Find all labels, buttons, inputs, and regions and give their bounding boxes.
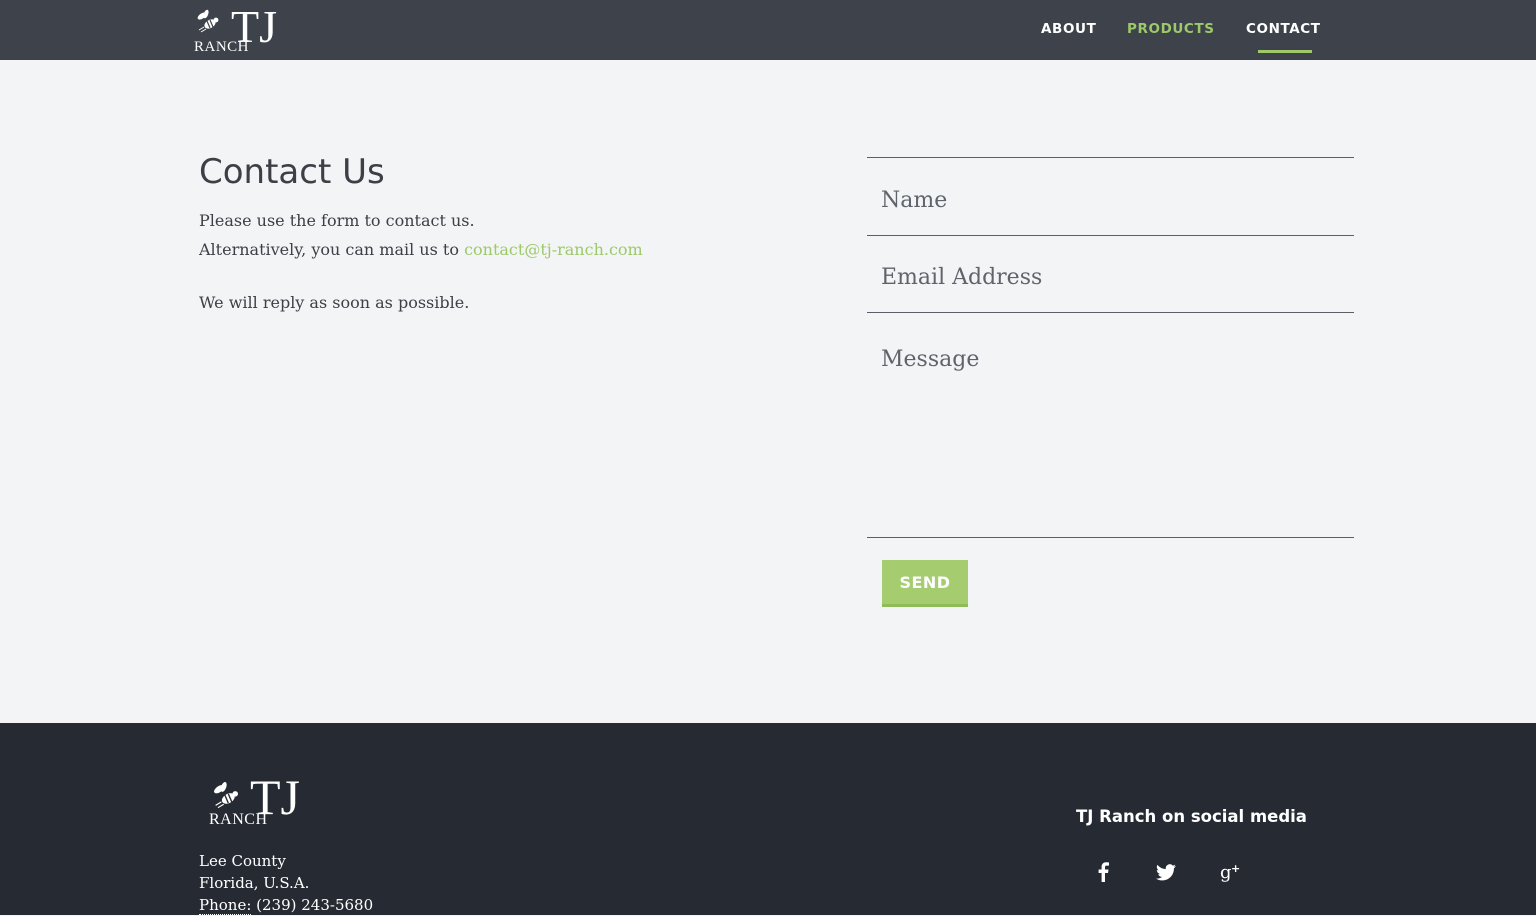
- address-line-1: Lee County: [199, 852, 286, 870]
- nav-products[interactable]: PRODUCTS: [1127, 21, 1215, 37]
- page-title: Contact Us: [199, 152, 385, 192]
- send-button[interactable]: SEND: [882, 560, 968, 607]
- site-footer: TJ RANCH Lee County Florida, U.S.A. Phon…: [0, 723, 1536, 915]
- footer-address: Lee County Florida, U.S.A. Phone: (239) …: [199, 850, 373, 916]
- reply-note: We will reply as soon as possible.: [199, 293, 470, 312]
- name-field[interactable]: [881, 183, 1341, 217]
- phone-label: Phone:: [199, 896, 252, 915]
- google-plus-icon[interactable]: g +: [1217, 859, 1243, 885]
- footer-logo-ranch-text: RANCH: [209, 811, 268, 828]
- form-divider: [867, 157, 1354, 158]
- message-field[interactable]: [881, 344, 1341, 524]
- address-line-2: Florida, U.S.A.: [199, 874, 310, 892]
- intro-line-1: Please use the form to contact us.: [199, 211, 475, 230]
- logo-ranch-text: RANCH: [194, 39, 250, 55]
- bee-icon: [214, 781, 238, 809]
- email-link[interactable]: contact@tj-ranch.com: [464, 240, 643, 259]
- footer-logo[interactable]: TJ RANCH: [208, 772, 308, 832]
- intro-line-2-text: Alternatively, you can mail us to: [199, 239, 465, 259]
- social-title: TJ Ranch on social media: [1076, 807, 1307, 826]
- intro-line-2: Alternatively, you can mail us to contac…: [199, 236, 643, 265]
- site-header: TJ RANCH ABOUT PRODUCTS CONTACT: [0, 0, 1536, 60]
- nav-active-indicator: [1258, 50, 1312, 53]
- nav-contact[interactable]: CONTACT: [1246, 21, 1321, 37]
- nav-about[interactable]: ABOUT: [1041, 21, 1096, 37]
- contact-intro: Please use the form to contact us. Alter…: [199, 207, 643, 264]
- facebook-icon[interactable]: [1090, 859, 1116, 885]
- phone-line: Phone: (239) 243-5680: [199, 894, 373, 916]
- form-divider: [867, 312, 1354, 313]
- svg-text:+: +: [1231, 862, 1240, 875]
- site-logo[interactable]: TJ RANCH: [193, 2, 283, 58]
- bee-icon: [197, 9, 219, 33]
- form-divider: [867, 537, 1354, 538]
- phone-number[interactable]: (239) 243-5680: [251, 896, 373, 914]
- svg-text:g: g: [1220, 862, 1232, 883]
- email-field[interactable]: [881, 260, 1341, 294]
- form-divider: [867, 235, 1354, 236]
- twitter-icon[interactable]: [1153, 859, 1179, 885]
